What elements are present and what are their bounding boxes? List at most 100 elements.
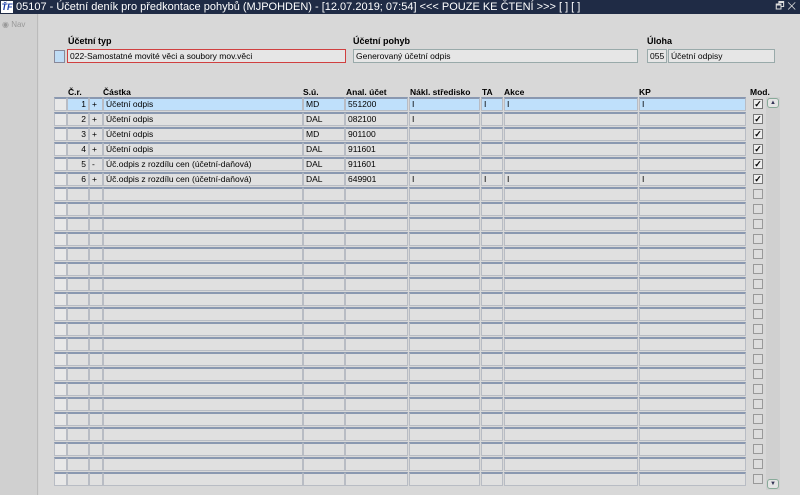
mod-checkbox[interactable] xyxy=(753,339,763,349)
cell-castka[interactable] xyxy=(103,337,303,351)
cell-nakl[interactable] xyxy=(409,157,480,171)
cell-akce[interactable]: I xyxy=(504,97,638,111)
table-row[interactable]: 3 + Účetní odpis MD 901100 ✓ xyxy=(54,127,766,142)
cell-kp[interactable] xyxy=(639,217,746,231)
cell-anal[interactable] xyxy=(345,427,408,441)
row-selector[interactable] xyxy=(54,397,67,411)
cell-anal[interactable] xyxy=(345,232,408,246)
cell-akce[interactable]: I xyxy=(504,172,638,186)
cell-akce[interactable] xyxy=(504,142,638,156)
cell-ta[interactable] xyxy=(481,157,503,171)
cell-nakl[interactable] xyxy=(409,232,480,246)
mod-checkbox[interactable] xyxy=(753,309,763,319)
row-selector[interactable] xyxy=(54,322,67,336)
cell-sign[interactable]: - xyxy=(89,157,103,171)
cell-akce[interactable] xyxy=(504,427,638,441)
cell-kp[interactable] xyxy=(639,247,746,261)
table-row[interactable]: 1 + Účetní odpis MD 551200 I I I I ✓ xyxy=(54,97,766,112)
cell-ta[interactable] xyxy=(481,442,503,456)
row-selector[interactable] xyxy=(54,97,67,111)
table-row[interactable] xyxy=(54,202,766,217)
row-selector[interactable] xyxy=(54,427,67,441)
cell-nakl[interactable]: I xyxy=(409,97,480,111)
mod-checkbox[interactable] xyxy=(753,279,763,289)
row-selector[interactable] xyxy=(54,187,67,201)
cell-akce[interactable] xyxy=(504,262,638,276)
mod-checkbox[interactable] xyxy=(753,219,763,229)
uloha-name-field[interactable]: Účetní odpisy xyxy=(668,49,775,63)
cell-cr[interactable] xyxy=(67,217,89,231)
cell-akce[interactable] xyxy=(504,127,638,141)
mod-checkbox[interactable] xyxy=(753,444,763,454)
cell-nakl[interactable] xyxy=(409,262,480,276)
cell-su[interactable] xyxy=(303,307,345,321)
mod-checkbox[interactable] xyxy=(753,324,763,334)
cell-kp[interactable]: I xyxy=(639,172,746,186)
cell-nakl[interactable] xyxy=(409,187,480,201)
cell-kp[interactable] xyxy=(639,142,746,156)
cell-anal[interactable]: 551200 xyxy=(345,97,408,111)
scroll-up-icon[interactable]: ▲ xyxy=(767,98,779,108)
cell-anal[interactable] xyxy=(345,187,408,201)
cell-kp[interactable] xyxy=(639,232,746,246)
nav-button[interactable]: ◉ Nav xyxy=(2,20,25,29)
cell-akce[interactable] xyxy=(504,457,638,471)
cell-cr[interactable] xyxy=(67,187,89,201)
mod-checkbox[interactable] xyxy=(753,354,763,364)
cell-ta[interactable] xyxy=(481,187,503,201)
cell-cr[interactable] xyxy=(67,202,89,216)
cell-ta[interactable] xyxy=(481,322,503,336)
cell-ta[interactable] xyxy=(481,127,503,141)
cell-nakl[interactable] xyxy=(409,247,480,261)
cell-su[interactable] xyxy=(303,277,345,291)
cell-cr[interactable] xyxy=(67,262,89,276)
cell-cr[interactable] xyxy=(67,322,89,336)
cell-kp[interactable] xyxy=(639,397,746,411)
cell-ta[interactable] xyxy=(481,397,503,411)
cell-sign[interactable] xyxy=(89,472,103,486)
cell-nakl[interactable] xyxy=(409,277,480,291)
mod-checkbox[interactable] xyxy=(753,294,763,304)
cell-akce[interactable] xyxy=(504,277,638,291)
cell-anal[interactable] xyxy=(345,352,408,366)
cell-sign[interactable] xyxy=(89,457,103,471)
cell-akce[interactable] xyxy=(504,292,638,306)
row-selector[interactable] xyxy=(54,367,67,381)
cell-kp[interactable] xyxy=(639,352,746,366)
cell-castka[interactable] xyxy=(103,412,303,426)
cell-ta[interactable] xyxy=(481,457,503,471)
cell-su[interactable]: DAL xyxy=(303,142,345,156)
cell-sign[interactable] xyxy=(89,382,103,396)
cell-cr[interactable] xyxy=(67,367,89,381)
row-selector[interactable] xyxy=(54,127,67,141)
row-selector[interactable] xyxy=(54,142,67,156)
table-row[interactable] xyxy=(54,217,766,232)
cell-nakl[interactable] xyxy=(409,202,480,216)
cell-cr[interactable] xyxy=(67,352,89,366)
cell-kp[interactable]: I xyxy=(639,97,746,111)
cell-kp[interactable] xyxy=(639,157,746,171)
cell-castka[interactable] xyxy=(103,247,303,261)
table-row[interactable] xyxy=(54,442,766,457)
mod-checkbox[interactable] xyxy=(753,474,763,484)
vertical-scrollbar[interactable]: ▲ ▼ xyxy=(766,97,780,490)
cell-cr[interactable]: 4 xyxy=(67,142,89,156)
cell-su[interactable]: DAL xyxy=(303,112,345,126)
mod-checkbox[interactable]: ✓ xyxy=(753,129,763,139)
table-row[interactable] xyxy=(54,307,766,322)
row-selector[interactable] xyxy=(54,412,67,426)
row-selector[interactable] xyxy=(54,307,67,321)
scroll-down-icon[interactable]: ▼ xyxy=(767,479,779,489)
mod-checkbox[interactable]: ✓ xyxy=(753,159,763,169)
cell-akce[interactable] xyxy=(504,382,638,396)
cell-castka[interactable] xyxy=(103,202,303,216)
table-row[interactable] xyxy=(54,292,766,307)
cell-akce[interactable] xyxy=(504,157,638,171)
row-selector[interactable] xyxy=(54,472,67,486)
row-selector[interactable] xyxy=(54,232,67,246)
cell-kp[interactable] xyxy=(639,382,746,396)
cell-sign[interactable] xyxy=(89,232,103,246)
cell-cr[interactable] xyxy=(67,277,89,291)
row-selector[interactable] xyxy=(54,112,67,126)
cell-kp[interactable] xyxy=(639,457,746,471)
